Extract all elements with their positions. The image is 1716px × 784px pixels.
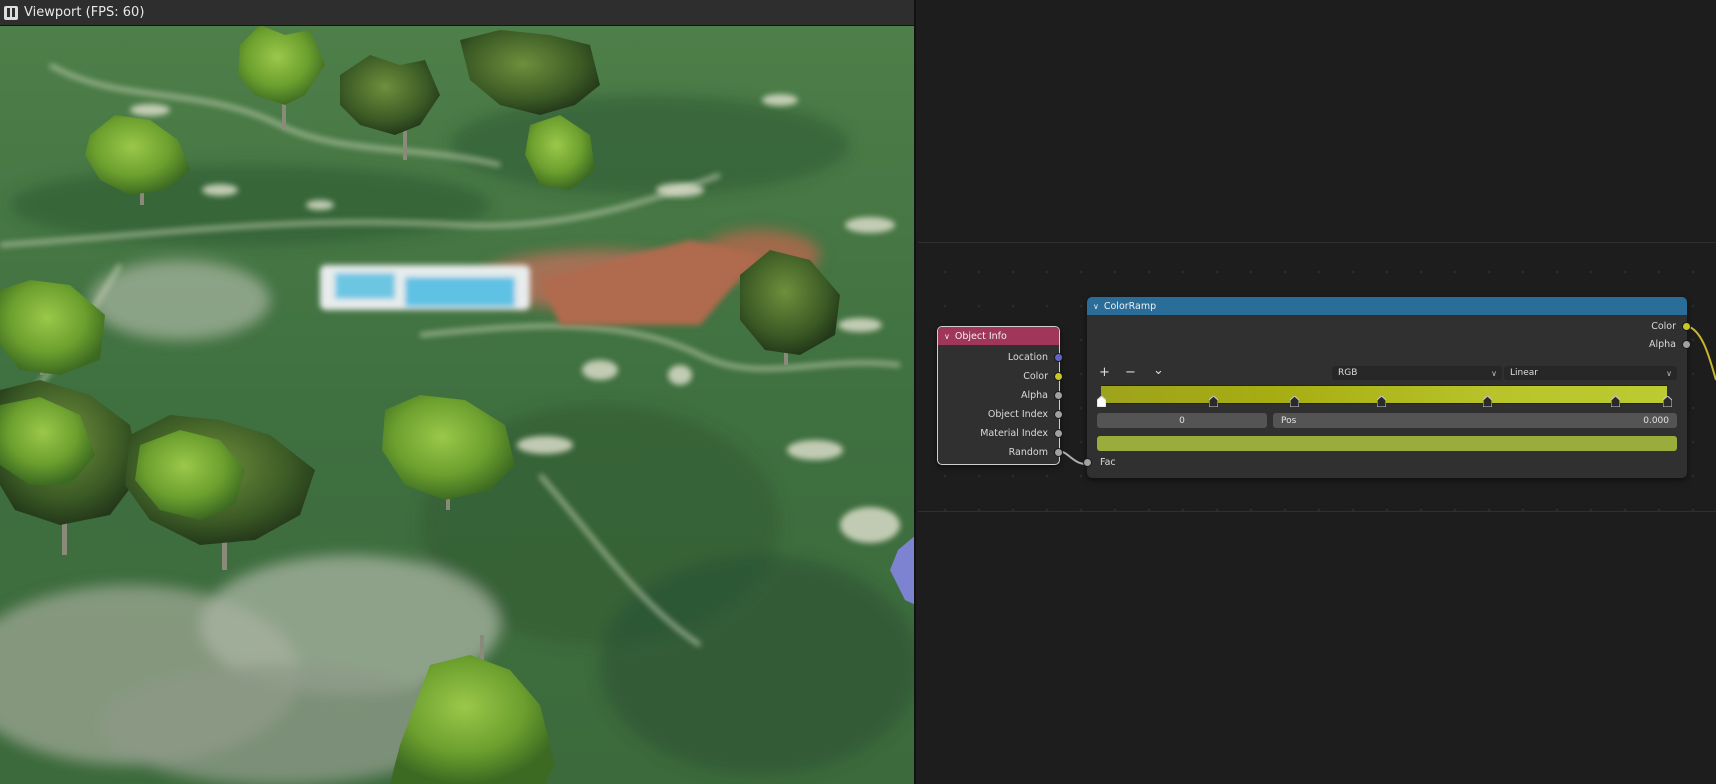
stop-position-field[interactable]: Pos 0.000: [1273, 413, 1677, 428]
socket-material-index-icon[interactable]: [1054, 429, 1063, 438]
chevron-down-icon: ∨: [1666, 368, 1672, 378]
collapse-chevron-icon[interactable]: ∨: [944, 332, 950, 341]
color-mode-select[interactable]: RGB ∨: [1332, 366, 1502, 380]
viewport-scene[interactable]: [0, 25, 916, 784]
link-color-out: [1686, 325, 1716, 381]
output-random: Random: [939, 445, 1063, 459]
color-stop-handle[interactable]: [1483, 396, 1492, 407]
socket-object-index-icon[interactable]: [1054, 410, 1063, 419]
output-random-label: Random: [1008, 446, 1048, 458]
ramp-menu-chevron-icon[interactable]: ⌄: [1153, 363, 1164, 378]
collapse-chevron-icon[interactable]: ∨: [1093, 302, 1099, 311]
output-color: Color: [1487, 319, 1691, 333]
output-color: Color: [939, 369, 1063, 383]
output-alpha-label: Alpha: [1648, 338, 1676, 350]
stop-position-label: Pos: [1281, 415, 1297, 426]
color-stop-handle[interactable]: [1290, 396, 1299, 407]
color-mode-value: RGB: [1338, 368, 1358, 378]
output-alpha: Alpha: [939, 388, 1063, 402]
socket-alpha-icon[interactable]: [1054, 391, 1063, 400]
output-location-label: Location: [1007, 351, 1048, 363]
output-material-index-label: Material Index: [980, 427, 1048, 439]
interpolation-select[interactable]: Linear ∨: [1504, 366, 1677, 380]
socket-color-icon[interactable]: [1054, 372, 1063, 381]
viewport-panel[interactable]: Viewport (FPS: 60): [0, 0, 916, 784]
color-stop-handle[interactable]: [1663, 396, 1672, 407]
interpolation-value: Linear: [1510, 368, 1538, 378]
output-material-index: Material Index: [939, 426, 1063, 440]
stop-color-swatch[interactable]: [1097, 436, 1677, 451]
color-stop-handle[interactable]: [1611, 396, 1620, 407]
socket-alpha-icon[interactable]: [1682, 340, 1691, 349]
socket-color-icon[interactable]: [1682, 322, 1691, 331]
output-color-label: Color: [1023, 370, 1048, 382]
chevron-down-icon: ∨: [1491, 368, 1497, 378]
active-stop-index-value: 0: [1179, 415, 1185, 426]
active-stop-index-field[interactable]: 0: [1097, 413, 1267, 428]
color-stop-handle[interactable]: [1097, 396, 1106, 407]
socket-random-icon[interactable]: [1054, 448, 1063, 457]
color-stop-handle[interactable]: [1209, 396, 1218, 407]
color-stop-handle[interactable]: [1377, 396, 1386, 407]
node-editor-panel[interactable]: ∨ Object Info Location Color Alpha Objec…: [918, 0, 1716, 784]
output-alpha-label: Alpha: [1020, 389, 1048, 401]
input-fac-label: Fac: [1100, 456, 1116, 468]
output-object-index: Object Index: [939, 407, 1063, 421]
pause-icon[interactable]: [4, 5, 18, 20]
stop-position-value: 0.000: [1643, 415, 1669, 426]
output-object-index-label: Object Index: [987, 408, 1048, 420]
node-color-ramp-title: ColorRamp: [1103, 300, 1157, 312]
node-color-ramp[interactable]: ∨ ColorRamp Color Alpha + − ⌄ RGB ∨ Line…: [1083, 297, 1691, 478]
viewport-title: Viewport (FPS: 60): [24, 5, 145, 20]
remove-stop-button[interactable]: −: [1125, 365, 1136, 380]
node-object-info-header[interactable]: ∨ Object Info: [938, 327, 1059, 345]
node-object-info-title: Object Info: [954, 330, 1007, 342]
input-fac: Fac: [1083, 455, 1116, 469]
node-object-info[interactable]: ∨ Object Info Location Color Alpha Objec…: [937, 326, 1063, 465]
node-color-ramp-header[interactable]: ∨ ColorRamp: [1087, 297, 1687, 315]
add-stop-button[interactable]: +: [1099, 365, 1110, 380]
output-location: Location: [939, 350, 1063, 364]
socket-fac-icon[interactable]: [1083, 458, 1092, 467]
viewport-header: Viewport (FPS: 60): [0, 0, 914, 26]
output-color-label: Color: [1651, 320, 1676, 332]
output-alpha: Alpha: [1487, 337, 1691, 351]
socket-location-icon[interactable]: [1054, 353, 1063, 362]
